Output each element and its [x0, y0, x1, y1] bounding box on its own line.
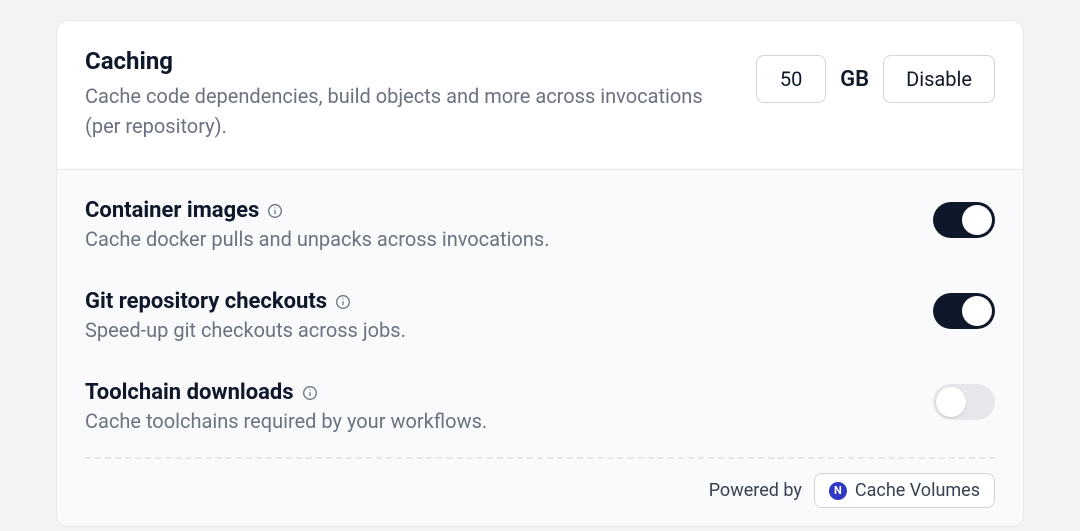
git-checkouts-row: Git repository checkouts Speed-up git ch… [57, 269, 1023, 360]
powered-by-label: Powered by [709, 480, 802, 501]
git-checkouts-toggle[interactable] [933, 293, 995, 329]
disable-button[interactable]: Disable [883, 55, 995, 103]
container-images-title: Container images [85, 198, 259, 223]
toolchain-downloads-toggle[interactable] [933, 384, 995, 420]
container-images-row: Container images Cache docker pulls and … [57, 178, 1023, 269]
git-checkouts-title: Git repository checkouts [85, 289, 327, 314]
cache-size-unit: GB [840, 67, 869, 92]
card-footer: Powered by N Cache Volumes [57, 459, 1023, 526]
info-icon[interactable] [302, 385, 318, 401]
git-checkouts-desc: Speed-up git checkouts across jobs. [85, 318, 933, 342]
info-icon[interactable] [267, 203, 283, 219]
toolchain-downloads-title: Toolchain downloads [85, 380, 294, 405]
caching-header: Caching Cache code dependencies, build o… [57, 21, 1023, 170]
container-images-toggle[interactable] [933, 202, 995, 238]
caching-settings-card: Caching Cache code dependencies, build o… [56, 20, 1024, 527]
info-icon[interactable] [335, 294, 351, 310]
cache-volumes-badge[interactable]: N Cache Volumes [814, 473, 995, 508]
toolchain-downloads-desc: Cache toolchains required by your workfl… [85, 409, 933, 433]
badge-text: Cache Volumes [855, 480, 980, 501]
toolchain-downloads-row: Toolchain downloads Cache toolchains req… [57, 360, 1023, 451]
caching-options-list: Container images Cache docker pulls and … [57, 170, 1023, 526]
caching-description: Cache code dependencies, build objects a… [85, 81, 736, 141]
cache-size-input[interactable] [756, 55, 826, 103]
caching-title: Caching [85, 47, 736, 75]
badge-logo-icon: N [829, 482, 847, 500]
container-images-desc: Cache docker pulls and unpacks across in… [85, 227, 933, 251]
